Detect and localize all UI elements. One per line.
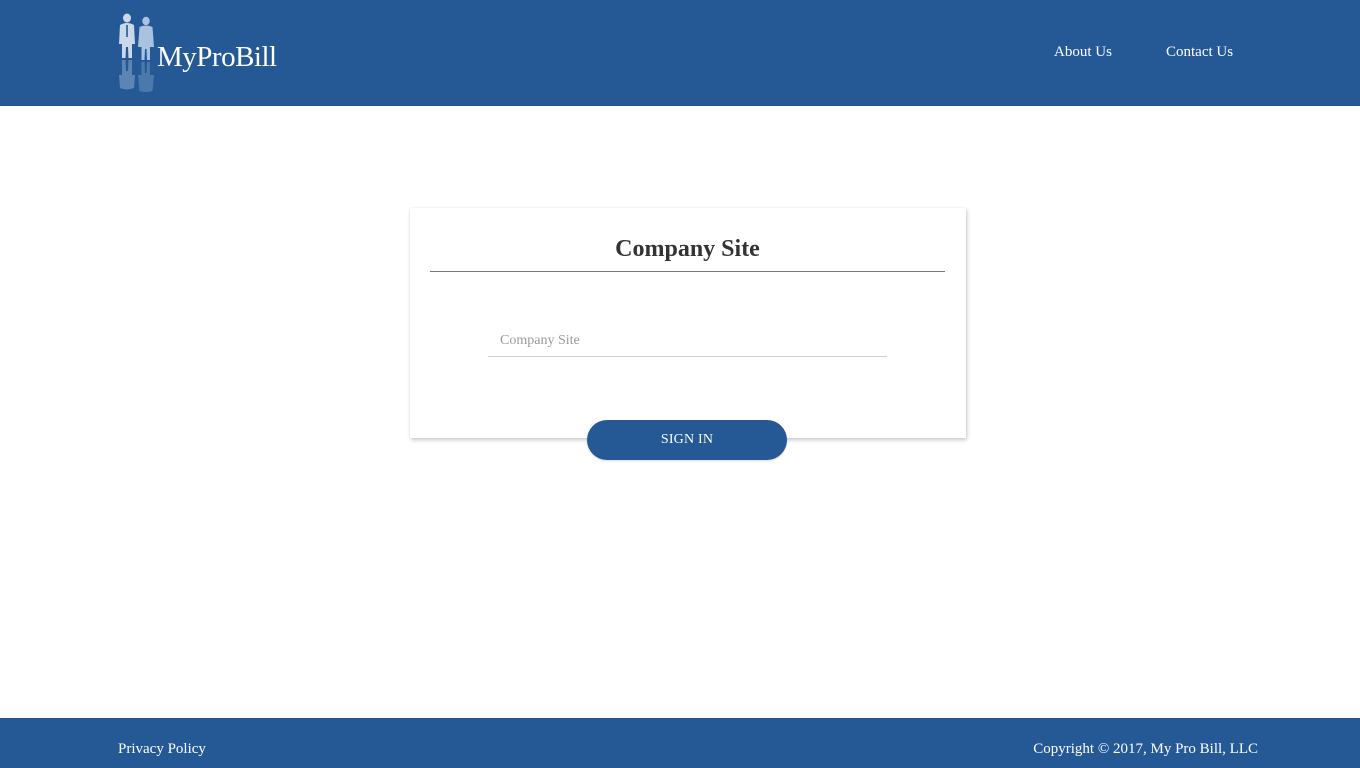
title-divider bbox=[430, 271, 945, 272]
business-people-silhouette-icon bbox=[119, 13, 154, 92]
logo[interactable]: MyProBill bbox=[117, 13, 292, 93]
copyright-text: Copyright © 2017, My Pro Bill, LLC bbox=[1033, 741, 1258, 757]
card-title: Company Site bbox=[615, 236, 760, 262]
privacy-policy-link[interactable]: Privacy Policy bbox=[118, 741, 206, 758]
site-footer: Privacy Policy Copyright © 2017, My Pro … bbox=[0, 718, 1360, 768]
login-card: Company Site bbox=[410, 208, 966, 438]
nav-about-us[interactable]: About Us bbox=[1054, 44, 1112, 61]
company-site-input[interactable] bbox=[488, 326, 887, 357]
logo-wordmark: MyProBill bbox=[157, 41, 277, 73]
site-header: MyProBill About Us Contact Us bbox=[0, 0, 1360, 106]
sign-in-button[interactable]: SIGN IN bbox=[587, 420, 787, 460]
nav-contact-us[interactable]: Contact Us bbox=[1166, 44, 1233, 61]
